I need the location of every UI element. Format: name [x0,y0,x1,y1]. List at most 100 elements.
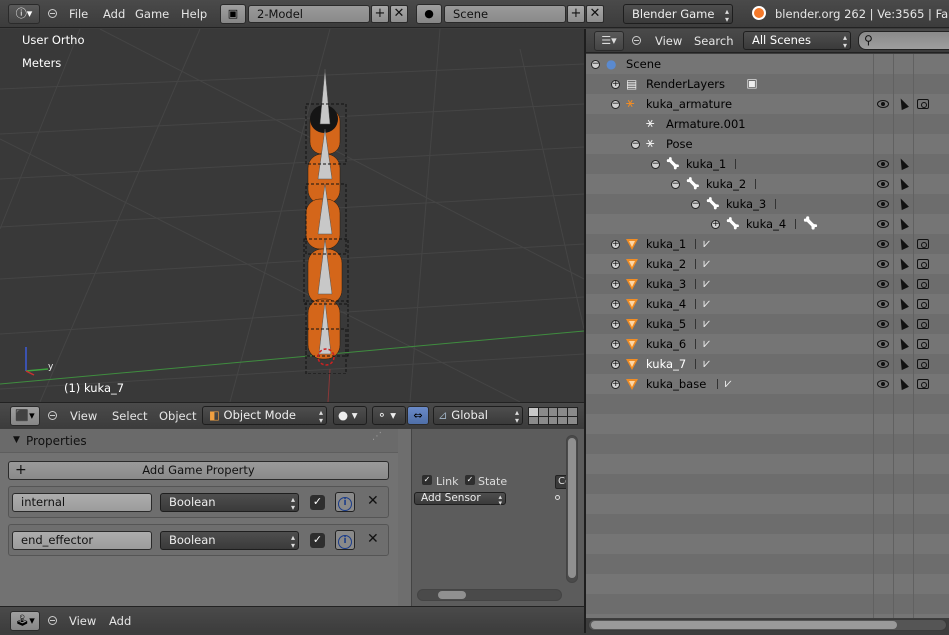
expand-icon[interactable]: + [611,260,620,269]
visibility-eye-icon[interactable] [877,260,889,268]
viewport-menu-object[interactable]: Object [159,403,196,429]
scene-icon[interactable]: ● [416,4,442,24]
collapse-icon[interactable]: − [651,160,660,169]
add-layout-button[interactable]: + [371,5,389,23]
collapse-icon[interactable]: − [591,60,600,69]
outliner-horizontal-scrollbar[interactable] [588,619,947,631]
selectability-cursor-icon[interactable] [897,356,909,371]
selectability-cursor-icon[interactable] [897,256,909,271]
outliner-row[interactable]: − ● Scene [586,54,949,74]
viewport-menu-select[interactable]: Select [112,403,147,429]
visibility-eye-icon[interactable] [877,160,889,168]
render-engine-select[interactable]: Blender Game ▴ ▾ [623,4,733,24]
menu-file[interactable]: File [69,0,88,28]
collapse-icon[interactable]: − [691,200,700,209]
selectability-cursor-icon[interactable] [897,236,909,251]
visibility-eye-icon[interactable] [877,340,889,348]
renderability-camera-icon[interactable] [917,259,929,269]
selectability-cursor-icon[interactable] [897,96,909,111]
logic-editor-type-button[interactable]: 🕹▾ [10,611,40,631]
panel-region-divider[interactable] [398,429,412,606]
link-socket-icon[interactable] [555,495,560,500]
debug-info-button[interactable]: i [335,530,355,550]
sensor-state-checkbox[interactable]: ✓ [465,475,475,485]
renderability-camera-icon[interactable] [917,99,929,109]
outliner-editor-type-button[interactable]: ☰▾ [594,31,624,51]
expand-icon[interactable]: + [711,220,720,229]
outliner-menu-view[interactable]: View [655,29,682,53]
property-name-field[interactable]: internal [12,493,152,512]
selectability-cursor-icon[interactable] [897,276,909,291]
outliner-row[interactable]: + kuka_5 ⩗ [586,314,949,334]
renderability-camera-icon[interactable] [917,299,929,309]
visibility-eye-icon[interactable] [877,100,889,108]
property-type-select[interactable]: Boolean ▴ ▾ [160,493,299,512]
logic-menu-view[interactable]: View [69,607,96,635]
outliner-row[interactable]: + kuka_6 ⩗ [586,334,949,354]
visibility-eye-icon[interactable] [877,360,889,368]
expand-icon[interactable]: + [611,340,620,349]
outliner-row[interactable]: + 🦴 kuka_4 🦴 [586,214,949,234]
selectability-cursor-icon[interactable] [897,196,909,211]
renderability-camera-icon[interactable] [917,339,929,349]
logic-menu-add[interactable]: Add [109,607,131,635]
outliner-row[interactable]: + kuka_4 ⩗ [586,294,949,314]
visibility-eye-icon[interactable] [877,180,889,188]
outliner-row[interactable]: − 🦴 kuka_2 [586,174,949,194]
renderability-camera-icon[interactable] [917,379,929,389]
property-type-select[interactable]: Boolean ▴ ▾ [160,531,299,550]
selectability-cursor-icon[interactable] [897,156,909,171]
remove-property-icon[interactable]: ✕ [367,531,379,547]
panel-drag-handle-icon[interactable]: ⋰ [372,431,382,442]
outliner-search-input[interactable]: ⚲ [858,31,949,50]
remove-scene-button[interactable]: ✕ [586,5,604,23]
transform-orientation-select[interactable]: ⊿ Global ▴ ▾ [433,406,523,425]
expand-icon[interactable]: + [611,280,620,289]
3d-viewport[interactable]: User Ortho Meters y (1) kuka_7 [0,29,584,402]
selectability-cursor-icon[interactable] [897,336,909,351]
renderability-camera-icon[interactable] [917,279,929,289]
info-editor-type-button[interactable]: ⓘ▾ [8,4,40,24]
expand-icon[interactable]: + [611,300,620,309]
collapse-menu-icon[interactable] [48,9,57,18]
collapse-menu-icon[interactable] [48,411,57,420]
visibility-eye-icon[interactable] [877,200,889,208]
properties-panel-header[interactable]: ▼ Properties ⋰ [0,429,398,453]
expand-icon[interactable]: + [611,320,620,329]
renderability-camera-icon[interactable] [917,319,929,329]
collapse-menu-icon[interactable] [48,616,57,625]
collapse-icon[interactable]: − [671,180,680,189]
debug-info-button[interactable]: i [335,492,355,512]
sensor-link-checkbox[interactable]: ✓ [422,475,432,485]
outliner-row[interactable]: + ▤ RenderLayers ▣ [586,74,949,94]
outliner-row[interactable]: + kuka_7 ⩗ [586,354,949,374]
outliner-row[interactable]: + kuka_3 ⩗ [586,274,949,294]
logic-horizontal-scrollbar[interactable] [417,589,562,601]
expand-icon[interactable]: + [611,360,620,369]
add-scene-button[interactable]: + [567,5,585,23]
outliner-row[interactable]: + kuka_1 ⩗ [586,234,949,254]
viewport-editor-type-button[interactable]: ⬛▾ [10,406,40,426]
outliner-row[interactable]: ⚹ Armature.001 [586,114,949,134]
menu-add[interactable]: Add [103,0,125,28]
mode-select[interactable]: ◧ Object Mode ▴ ▾ [202,406,327,425]
pivot-point-select[interactable]: ⚬ ▾ [372,406,406,425]
visibility-eye-icon[interactable] [877,320,889,328]
outliner-row[interactable]: + kuka_base ⩗ [586,374,949,394]
outliner-row[interactable]: − 🦴 kuka_3 [586,194,949,214]
scene-field[interactable]: Scene [444,5,566,23]
outliner-display-mode-select[interactable]: All Scenes ▴ ▾ [743,31,851,50]
selectability-cursor-icon[interactable] [897,176,909,191]
visibility-eye-icon[interactable] [877,240,889,248]
layer-buttons[interactable] [528,407,578,425]
collapse-icon[interactable]: − [611,100,620,109]
outliner-row[interactable]: − ⚹ kuka_armature [586,94,949,114]
panel-collapse-icon[interactable]: ▼ [13,435,20,445]
add-sensor-select[interactable]: Add Sensor ▴ ▾ [414,492,506,507]
selectability-cursor-icon[interactable] [897,376,909,391]
expand-icon[interactable]: + [611,380,620,389]
property-value-checkbox[interactable]: ✓ [310,495,325,510]
menu-game[interactable]: Game [135,0,169,28]
viewport-shading-select[interactable]: ● ▾ [333,406,367,425]
add-game-property-button[interactable]: + Add Game Property [8,461,389,480]
